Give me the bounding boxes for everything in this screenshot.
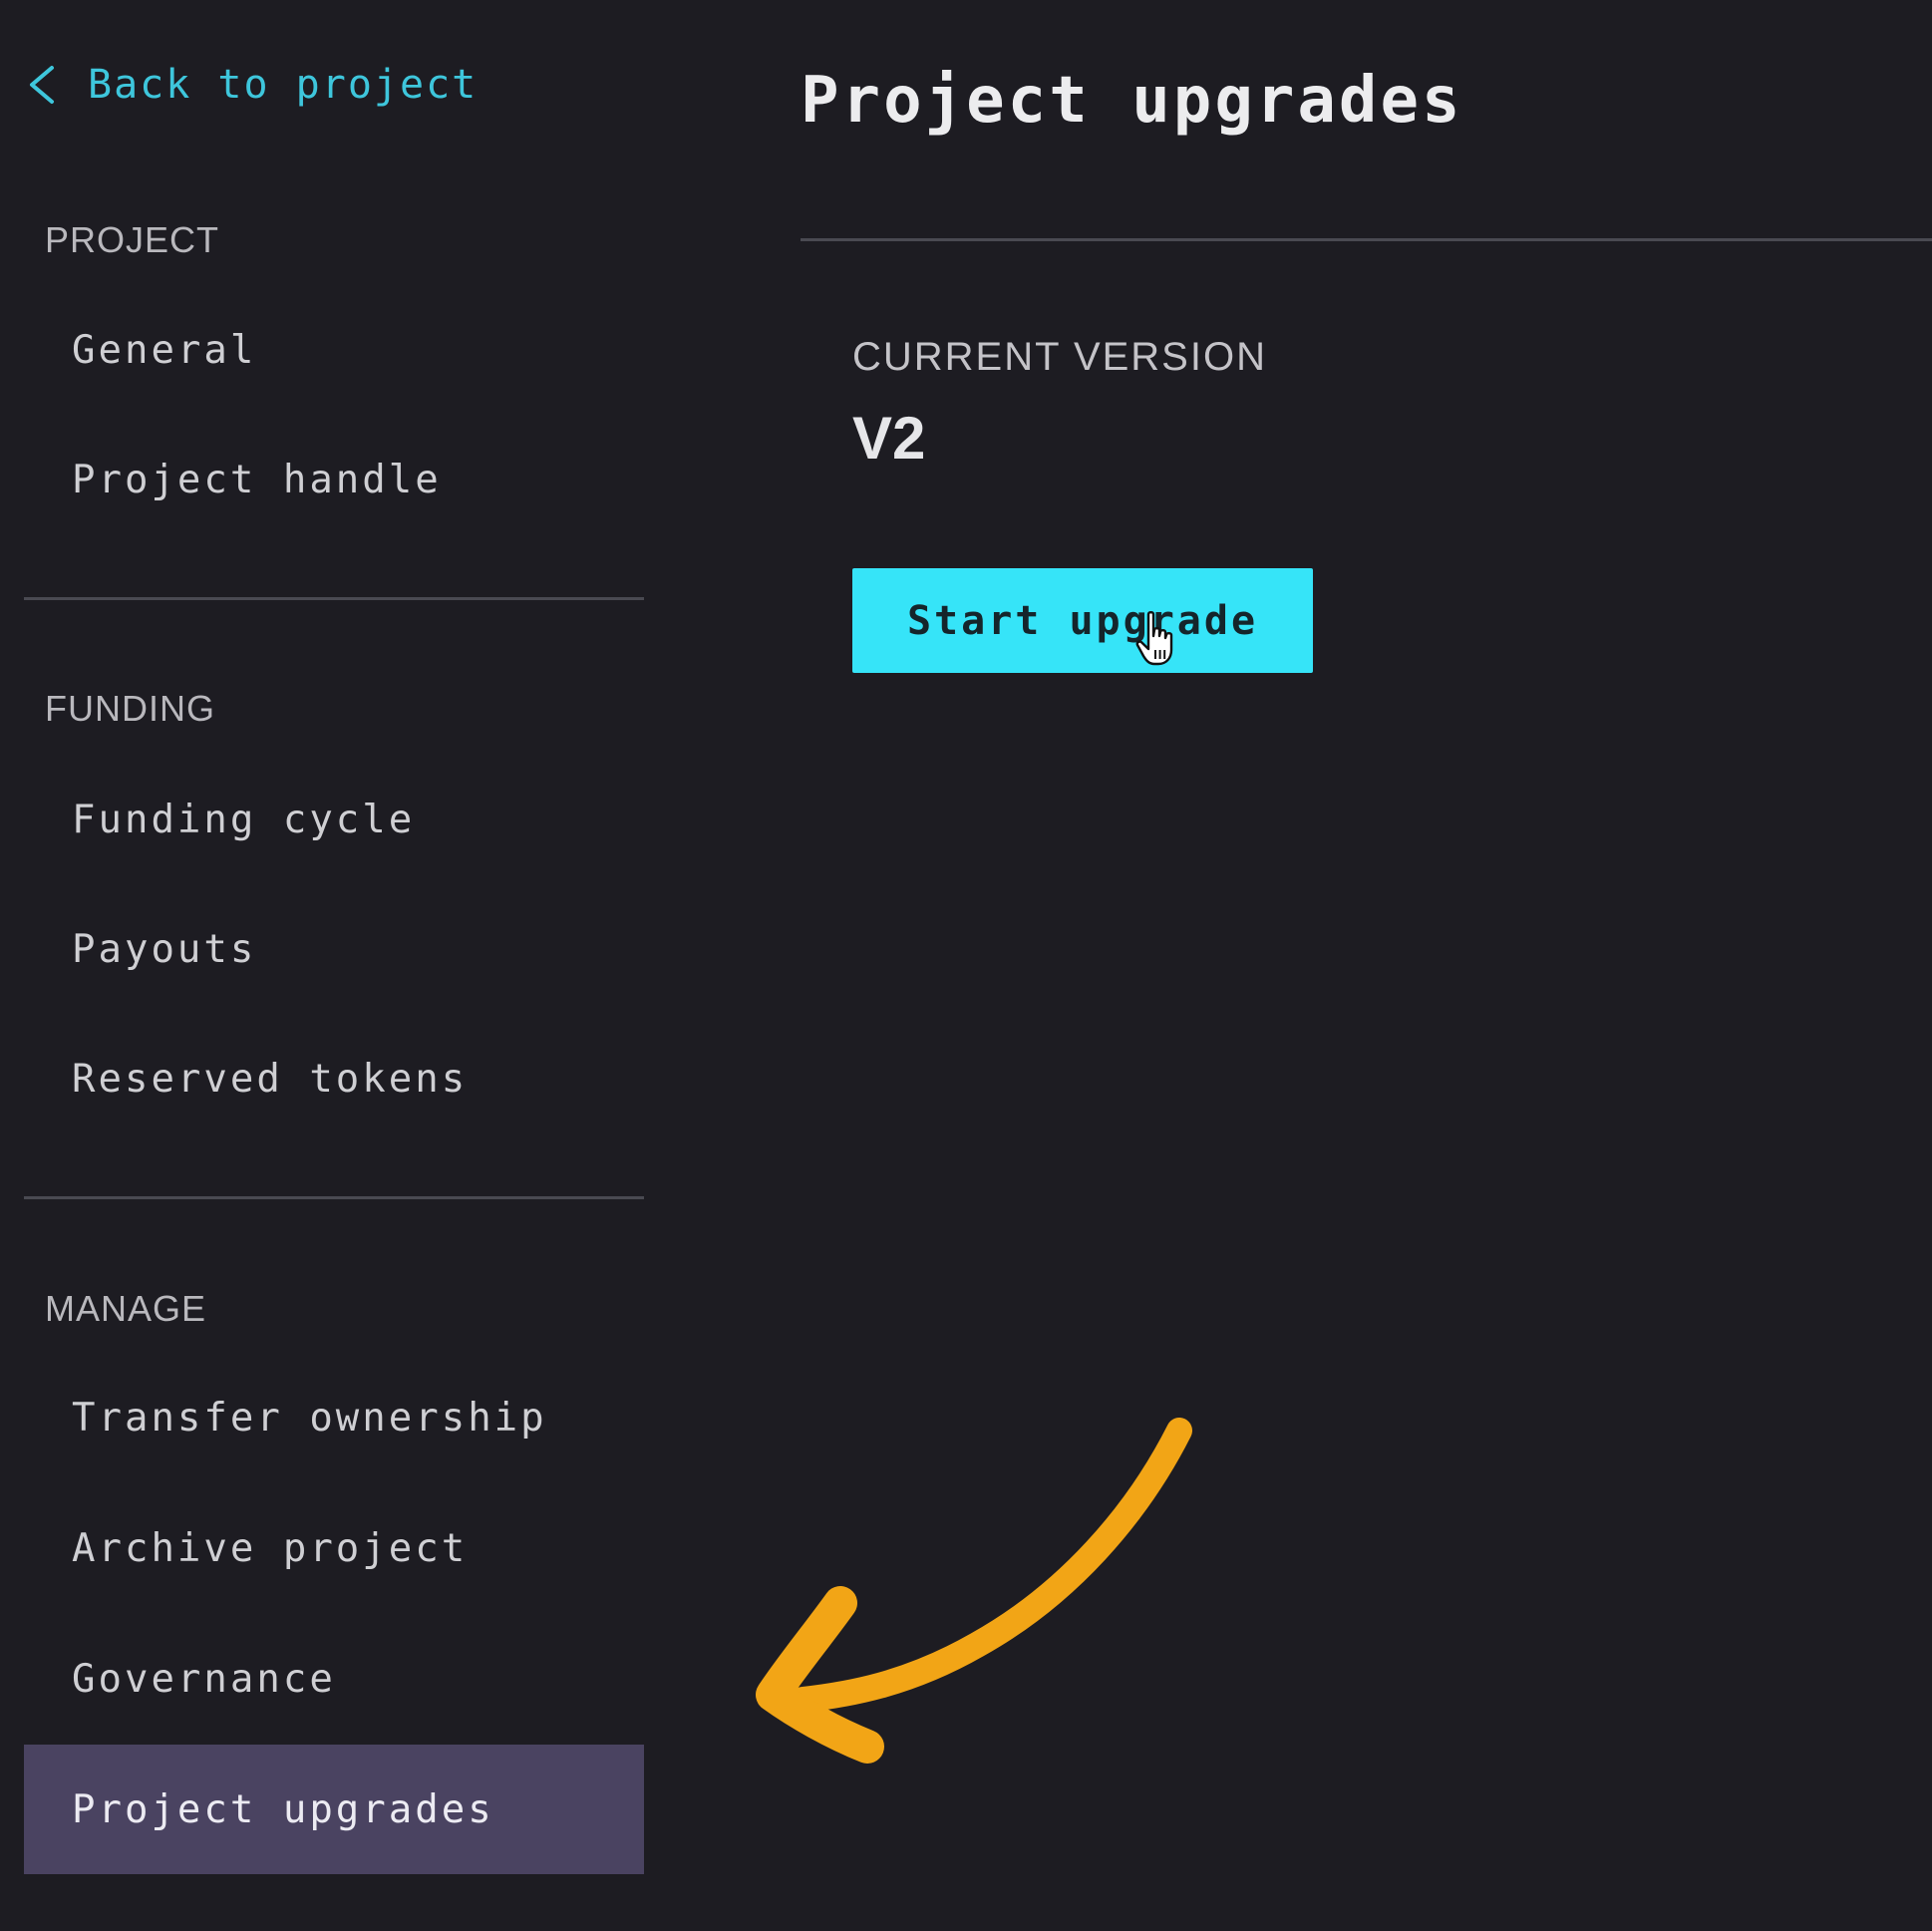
sidebar-item-label: Reserved tokens	[72, 1056, 469, 1102]
sidebar-item-transfer-ownership[interactable]: Transfer ownership	[24, 1354, 644, 1481]
sidebar-item-payouts[interactable]: Payouts	[24, 885, 644, 1013]
sidebar-item-label: Funding cycle	[72, 797, 416, 842]
chevron-left-icon	[30, 66, 54, 104]
sidebar-item-reserved-tokens[interactable]: Reserved tokens	[24, 1015, 644, 1142]
sidebar-item-label: Archive project	[72, 1525, 469, 1571]
section-divider	[24, 1196, 644, 1199]
sidebar-item-project-upgrades[interactable]: Project upgrades	[24, 1745, 644, 1874]
section-label-manage: MANAGE	[45, 1288, 207, 1329]
sidebar-item-label: Project handle	[72, 457, 442, 502]
start-upgrade-label: Start upgrade	[906, 597, 1259, 644]
sidebar-item-general[interactable]: General	[24, 286, 644, 414]
sidebar-item-label: Payouts	[72, 926, 257, 972]
sidebar-item-label: Project upgrades	[72, 1786, 494, 1832]
section-divider	[24, 597, 644, 600]
settings-sidebar: Back to project PROJECT General Project …	[0, 0, 648, 1931]
sidebar-item-archive-project[interactable]: Archive project	[24, 1484, 644, 1612]
back-to-project-link[interactable]: Back to project	[24, 62, 478, 108]
sidebar-item-label: Governance	[72, 1656, 336, 1702]
start-upgrade-button[interactable]: Start upgrade	[852, 568, 1313, 673]
page-title: Project upgrades	[801, 64, 1463, 138]
current-version-value: V2	[852, 405, 926, 472]
main-content: Project upgrades CURRENT VERSION V2 Star…	[801, 0, 1932, 1931]
sidebar-item-project-handle[interactable]: Project handle	[24, 416, 644, 543]
sidebar-item-label: General	[72, 327, 257, 373]
section-label-project: PROJECT	[45, 219, 220, 260]
title-divider	[801, 238, 1932, 241]
sidebar-item-label: Transfer ownership	[72, 1395, 547, 1441]
sidebar-item-governance[interactable]: Governance	[24, 1615, 644, 1743]
back-link-label: Back to project	[88, 62, 479, 108]
current-version-label: CURRENT VERSION	[852, 335, 1267, 379]
section-label-funding: FUNDING	[45, 688, 215, 729]
sidebar-item-funding-cycle[interactable]: Funding cycle	[24, 756, 644, 883]
